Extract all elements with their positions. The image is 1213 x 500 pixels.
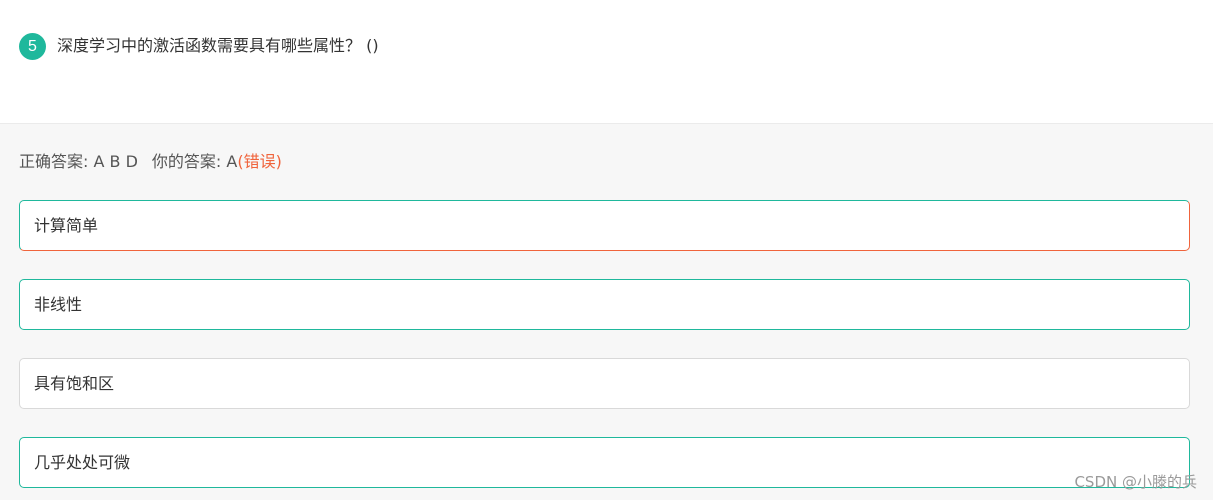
- watermark: CSDN @小滕的兵: [1074, 473, 1197, 491]
- question-text: 深度学习中的激活函数需要具有哪些属性？ (): [57, 36, 379, 55]
- option-b[interactable]: 非线性: [19, 279, 1190, 330]
- option-c[interactable]: 具有饱和区: [19, 358, 1190, 409]
- question-number-badge: 5: [19, 33, 46, 60]
- question-header: 5 深度学习中的激活函数需要具有哪些属性？ (): [0, 0, 1213, 124]
- answer-status-badge: (错误): [237, 152, 282, 171]
- option-d-label: 几乎处处可微: [34, 453, 131, 472]
- option-b-label: 非线性: [34, 295, 83, 314]
- option-d[interactable]: 几乎处处可微: [19, 437, 1190, 488]
- quiz-page: 5 深度学习中的激活函数需要具有哪些属性？ () 正确答案: A B D 你的答案…: [0, 0, 1213, 500]
- option-c-label: 具有饱和区: [34, 374, 115, 393]
- answer-panel: 正确答案: A B D 你的答案: A(错误) 计算简单 非线性 具有饱和区 几乎…: [0, 124, 1213, 500]
- correct-answer-label: 正确答案: A B D: [19, 152, 138, 171]
- option-a-label: 计算简单: [34, 216, 99, 235]
- option-a[interactable]: 计算简单: [19, 200, 1190, 251]
- your-answer-label: 你的答案: A: [151, 152, 238, 171]
- answer-summary: 正确答案: A B D 你的答案: A(错误): [19, 150, 282, 174]
